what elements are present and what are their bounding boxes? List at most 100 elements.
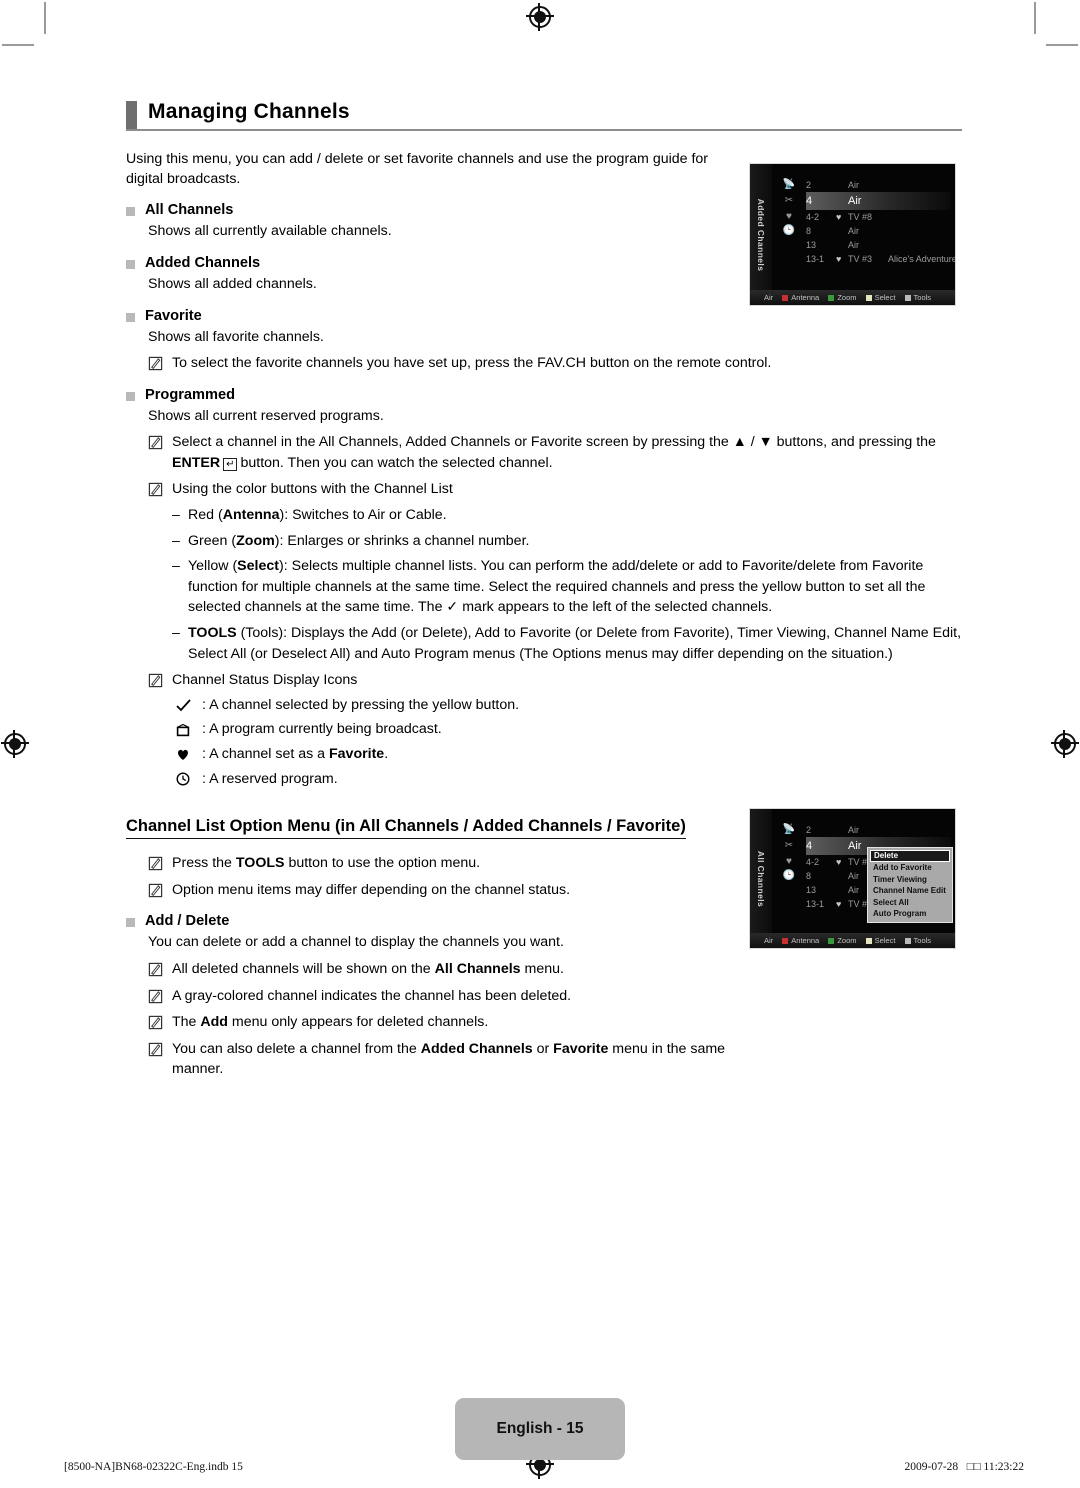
key-chip-yellow-icon — [865, 938, 872, 945]
title-accent-bar — [126, 101, 137, 129]
status-icon-row-check: : A channel selected by pressing the yel… — [172, 695, 962, 716]
color-button-text: Red (Antenna): Switches to Air or Cable. — [188, 507, 447, 524]
tv-screenshot-added-channels: Added Channels 📡 ✂ ♥ 🕒 2 Air 4 Air 4-2 ♥ TV … — [749, 163, 956, 306]
note-status-icons-heading: Channel Status Display Icons — [148, 670, 962, 691]
tv-sidebar-label: All Channels — [756, 850, 766, 907]
tv-channel-row[interactable]: 4-2 ♥ TV #8 — [806, 210, 951, 224]
enter-key-label: ENTER — [172, 454, 221, 471]
color-button-yellow: – Yellow (Select): Selects multiple chan… — [172, 556, 962, 618]
tv-key-tools[interactable]: Tools — [904, 933, 931, 948]
square-bullet-icon — [126, 259, 135, 269]
tv-channel-row-selected[interactable]: 4 Air — [806, 192, 951, 210]
square-bullet-icon — [126, 391, 135, 401]
footer-file-name: [8500-NA]BN68-02322C-Eng.indb 15 — [64, 1461, 243, 1473]
tv-key-antenna[interactable]: Antenna — [782, 933, 819, 948]
tv-row-icon-heart: ♥ — [786, 211, 792, 222]
registration-mark-right — [1051, 730, 1079, 758]
entry-label: Favorite — [145, 307, 202, 324]
tv-channel-row[interactable]: 8 Air — [806, 224, 951, 238]
entry-favorite: Favorite — [126, 308, 962, 324]
check-icon — [172, 697, 194, 714]
note-add-delete-2: A gray-colored channel indicates the cha… — [148, 986, 962, 1007]
square-bullet-icon — [126, 918, 135, 928]
tv-icon — [172, 721, 194, 738]
note-add-delete-1: All deleted channels will be shown on th… — [148, 959, 962, 980]
note-text: Using the color buttons with the Channel… — [172, 481, 453, 498]
entry-desc-programmed: Shows all current reserved programs. — [148, 407, 384, 424]
note-glyph-icon — [148, 1015, 163, 1030]
tv-key-tools[interactable]: Tools — [904, 290, 931, 305]
note-glyph-icon — [148, 962, 163, 977]
status-icon-text: : A reserved program. — [202, 770, 338, 787]
tv-screen-inner: Added Channels 📡 ✂ ♥ 🕒 2 Air 4 Air 4-2 ♥ TV … — [750, 164, 955, 305]
channel-number: 4 — [806, 195, 813, 207]
tv-sidebar-added-channels: Added Channels — [750, 164, 772, 305]
key-chip-yellow-icon — [865, 295, 872, 302]
status-icon-text: : A channel set as a Favorite. — [202, 746, 389, 762]
tv-key-antenna[interactable]: Antenna — [782, 290, 819, 305]
channel-name: Air — [848, 180, 859, 190]
option-menu-item-channel-name-edit[interactable]: Channel Name Edit — [870, 885, 950, 897]
tv-sidebar-all-channels: All Channels — [750, 809, 772, 948]
tv-source-label: Air — [764, 936, 774, 945]
tv-key-select[interactable]: Select — [865, 290, 895, 305]
channel-fav-icon: ♥ — [836, 212, 842, 222]
tv-key-zoom[interactable]: Zoom — [828, 933, 856, 948]
note-favorite-favch: To select the favorite channels you have… — [148, 353, 962, 374]
color-button-red: – Red (Antenna): Switches to Air or Cabl… — [172, 505, 962, 526]
square-bullet-icon — [126, 207, 135, 217]
dash-bullet: – — [172, 507, 180, 524]
note-glyph-icon — [148, 483, 163, 497]
tv-channel-row[interactable]: 13 Air — [806, 238, 951, 252]
intro-paragraph: Using this menu, you can add / delete or… — [126, 151, 709, 188]
tv-source-label: Air — [764, 293, 774, 302]
option-menu-item-delete[interactable]: Delete — [870, 850, 950, 862]
note-glyph-icon — [148, 989, 163, 1003]
channel-fav-icon: ♥ — [836, 254, 842, 264]
channel-number: 2 — [806, 825, 812, 835]
option-menu-item-add-to-favorite[interactable]: Add to Favorite — [870, 862, 950, 874]
note-text: Channel Status Display Icons — [172, 672, 358, 689]
tv-key-select[interactable]: Select — [865, 933, 895, 948]
channel-number: 13-1 — [806, 254, 825, 264]
subsection-title: Channel List Option Menu (in All Channel… — [126, 817, 686, 840]
note-add-delete-3: The Add menu only appears for deleted ch… — [148, 1012, 962, 1033]
tv-row-icon-antenna: 📡 — [782, 824, 796, 835]
note-add-delete-4: You can also delete a channel from the A… — [148, 1039, 748, 1080]
note-select-channel: Select a channel in the All Channels, Ad… — [148, 432, 962, 473]
status-icon-row-heart: : A channel set as a Favorite. — [172, 744, 962, 765]
note-select-line1: Select a channel in the All Channels, Ad… — [172, 434, 936, 451]
dash-bullet: – — [172, 532, 180, 549]
key-chip-tools-icon — [904, 295, 911, 302]
option-menu-item-timer-viewing[interactable]: Timer Viewing — [870, 874, 950, 886]
tv-option-menu: Delete Add to Favorite Timer Viewing Cha… — [867, 847, 953, 923]
tv-screenshot-option-menu: All Channels 📡 ✂ ♥ 🕒 2 Air 4 Air 4-2 ♥ TV #8… — [749, 808, 956, 949]
crop-mark-top-left-vertical — [44, 2, 46, 34]
tv-sidebar-label: Added Channels — [756, 198, 766, 271]
square-bullet-icon — [126, 312, 135, 322]
channel-name: Air — [848, 226, 859, 236]
intro-block: Using this menu, you can add / delete or… — [126, 149, 726, 189]
registration-mark-top — [526, 3, 554, 31]
option-menu-item-auto-program[interactable]: Auto Program — [870, 908, 950, 920]
tv-key-zoom[interactable]: Zoom — [828, 290, 856, 305]
color-button-text: Yellow (Select): Selects multiple channe… — [188, 558, 926, 616]
dash-bullet: – — [172, 625, 180, 642]
channel-name: Air — [848, 240, 859, 250]
channel-number: 4-2 — [806, 212, 820, 222]
tv-channel-row[interactable]: 13-1 ♥ TV #3 Alice's Adventures in Wonderla… — [806, 252, 955, 266]
page-title: Managing Channels — [126, 100, 962, 131]
tv-channel-row[interactable]: 2 Air — [806, 823, 951, 837]
tv-row-icon-clock: 🕒 — [782, 870, 796, 881]
option-menu-item-select-all[interactable]: Select All — [870, 897, 950, 909]
crop-mark-top-right-vertical — [1034, 2, 1036, 34]
note-select-line2: button. Then you can watch the selected … — [240, 454, 553, 471]
channel-fav-icon: ♥ — [836, 899, 842, 909]
page-number-badge: English - 15 — [455, 1398, 625, 1460]
tv-status-icon-column: 📡 ✂ ♥ 🕒 — [774, 823, 804, 883]
crop-mark-top-left-horizontal — [2, 44, 34, 46]
footer-timestamp: 2009-07-28 □□ 11:23:22 — [904, 1461, 1024, 1473]
note-text: All deleted channels will be shown on th… — [172, 960, 564, 977]
color-button-tools: – TOOLS (Tools): Displays the Add (or De… — [172, 623, 962, 664]
tv-channel-row[interactable]: 2 Air — [806, 178, 951, 192]
